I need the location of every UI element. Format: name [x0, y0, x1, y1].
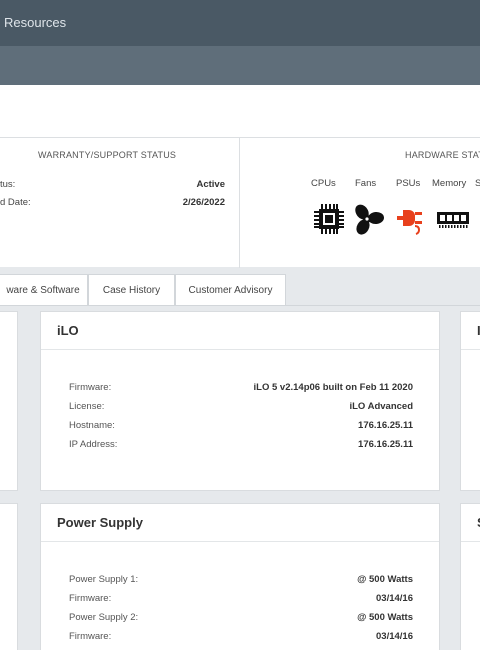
warranty-end-date-value: 2/26/2022 — [182, 197, 225, 208]
ilo-hostname-label: Hostname: — [69, 420, 115, 431]
ilo-card-header: iLO — [41, 312, 439, 350]
psu2-firmware-label: Firmware: — [69, 631, 112, 642]
tab-firmware-software[interactable]: ware & Software — [0, 274, 88, 306]
warranty-status-label: tus: — [0, 179, 16, 190]
hw-memory-label: Memory — [432, 178, 467, 189]
ilo-hostname-value: 176.16.25.11 — [358, 420, 413, 431]
sub-nav-bar — [0, 46, 480, 85]
right-card-bottom-header: S — [461, 504, 480, 542]
ilo-license-value: iLO Advanced — [349, 401, 413, 412]
top-nav-bar: Resources — [0, 0, 480, 46]
ilo-license-label: License: — [69, 401, 105, 412]
hw-cpus-label: CPUs — [311, 178, 336, 189]
ilo-ip-label: IP Address: — [69, 439, 118, 450]
right-card-top: I — [460, 311, 480, 491]
detail-tabs: ware & Software Case History Customer Ad… — [0, 274, 480, 306]
hw-psus-label: PSUs — [396, 178, 421, 189]
page-header-area — [0, 85, 480, 137]
ilo-card-title: iLO — [57, 323, 79, 338]
warranty-end-date-label: d Date: — [0, 197, 31, 208]
hardware-status-section: HARDWARE STAT CPUs Fans PSUs Memory S — [240, 138, 480, 268]
tab-case-history[interactable]: Case History — [88, 274, 175, 306]
power-plug-icon[interactable] — [393, 202, 427, 236]
psu1-label: Power Supply 1: — [69, 574, 139, 585]
tabs-divider — [0, 305, 480, 306]
ilo-firmware-value: iLO 5 v2.14p06 built on Feb 11 2020 — [253, 382, 413, 393]
psu1-firmware-label: Firmware: — [69, 593, 112, 604]
power-supply-card: Power Supply Power Supply 1: @ 500 Watts… — [40, 503, 440, 650]
warranty-heading: WARRANTY/SUPPORT STATUS — [38, 150, 177, 160]
hw-fans-label: Fans — [355, 178, 377, 189]
ilo-firmware-label: Firmware: — [69, 382, 112, 393]
fan-icon[interactable] — [350, 202, 384, 236]
memory-icon[interactable] — [436, 202, 470, 236]
psu2-label: Power Supply 2: — [69, 612, 139, 623]
hardware-heading: HARDWARE STAT — [405, 150, 480, 160]
psu2-value: @ 500 Watts — [357, 612, 413, 623]
ilo-card: iLO Firmware: iLO 5 v2.14p06 built on Fe… — [40, 311, 440, 491]
power-card-header: Power Supply — [41, 504, 439, 542]
psu1-value: @ 500 Watts — [357, 574, 413, 585]
left-card-bottom — [0, 503, 18, 650]
right-card-bottom: S — [460, 503, 480, 650]
warranty-status-value: Active — [196, 179, 225, 190]
psu1-firmware-value: 03/14/16 — [376, 593, 413, 604]
ilo-ip-value: 176.16.25.11 — [358, 439, 413, 450]
right-card-top-header: I — [461, 312, 480, 350]
left-card-top — [0, 311, 18, 491]
tab-customer-advisory[interactable]: Customer Advisory — [175, 274, 286, 306]
power-card-title: Power Supply — [57, 515, 143, 530]
psu2-firmware-value: 03/14/16 — [376, 631, 413, 642]
status-panel: WARRANTY/SUPPORT STATUS tus: Active d Da… — [0, 137, 480, 268]
warranty-status-section: WARRANTY/SUPPORT STATUS tus: Active d Da… — [0, 138, 240, 268]
cpu-icon[interactable] — [312, 202, 346, 236]
hw-storage-label: S — [475, 178, 480, 189]
nav-resources-link[interactable]: Resources — [4, 15, 66, 30]
